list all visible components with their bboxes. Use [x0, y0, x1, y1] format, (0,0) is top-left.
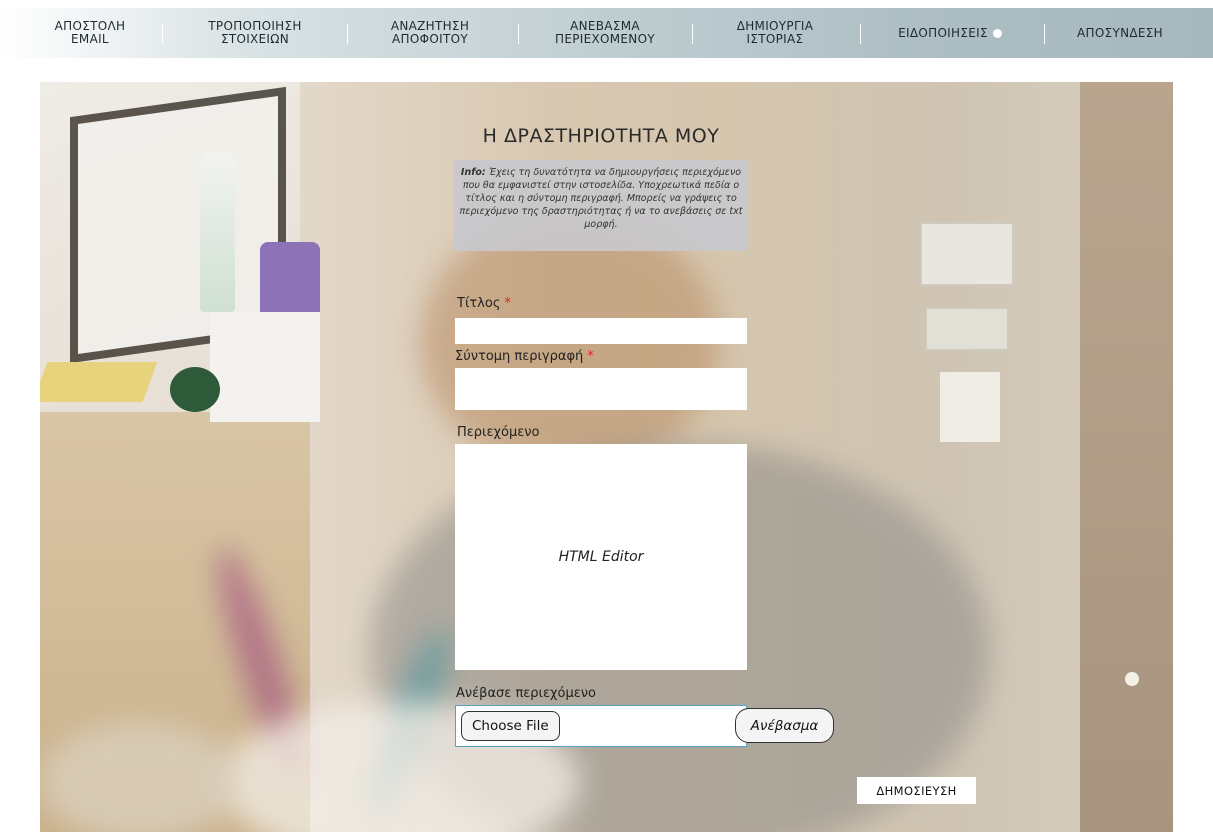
- nav-upload-content[interactable]: ΑΝΕΒΑΣΜΑ ΠΕΡΙΕΧΟΜΕΝΟΥ: [540, 8, 670, 58]
- title-input[interactable]: [455, 318, 747, 344]
- top-navigation: ΑΠΟΣΤΟΛΗ EMAIL ΤΡΟΠΟΠΟΙΗΣΗ ΣΤΟΙΧΕΙΩΝ ΑΝΑ…: [0, 8, 1213, 58]
- publish-button[interactable]: ΔΗΜΟΣΙΕΥΣΗ: [857, 777, 976, 804]
- summary-label-text: Σύντομη περιγραφή: [455, 349, 584, 364]
- nav-notifications[interactable]: ΕΙΔΟΠΟΙΗΣΕΙΣ: [880, 8, 1020, 58]
- door-frame: [1080, 82, 1173, 832]
- summary-input[interactable]: [455, 368, 747, 410]
- upload-button[interactable]: Ανέβασμα: [735, 708, 834, 743]
- nav-separator: [860, 24, 861, 44]
- upload-field-label: Ανέβασε περιεχόμενο: [456, 686, 596, 701]
- title-label-text: Τίτλος: [457, 296, 501, 311]
- nav-notifications-label: ΕΙΔΟΠΟΙΗΣΕΙΣ: [898, 25, 988, 40]
- nav-send-email[interactable]: ΑΠΟΣΤΟΛΗ EMAIL: [40, 8, 140, 58]
- nav-create-story[interactable]: ΔΗΜΙΟΥΡΓΙΑ ΙΣΤΟΡΙΑΣ: [715, 8, 835, 58]
- summary-field-label: Σύντομη περιγραφή *: [455, 349, 594, 364]
- nav-edit-profile[interactable]: ΤΡΟΠΟΠΟΙΗΣΗ ΣΤΟΙΧΕΙΩΝ: [190, 8, 320, 58]
- page-title: Η ΔΡΑΣΤΗΡΙΟΤΗΤΑ ΜΟΥ: [482, 125, 720, 147]
- html-editor[interactable]: HTML Editor: [455, 444, 747, 670]
- blurred-foreground-left: [40, 722, 240, 832]
- notification-dot-icon: [992, 28, 1002, 38]
- wall-switch: [925, 307, 1009, 351]
- nav-separator: [162, 24, 163, 44]
- nav-separator: [1044, 24, 1045, 44]
- yellow-papers: [40, 362, 158, 402]
- nav-separator: [518, 24, 519, 44]
- nav-separator: [347, 24, 348, 44]
- purple-container: [260, 242, 320, 322]
- wall-note: [940, 372, 1000, 442]
- info-box: Info: Έχεις τη δυνατότητα να δημιουργήσε…: [454, 160, 748, 251]
- content-field-label: Περιεχόμενο: [457, 425, 540, 440]
- required-mark: *: [587, 349, 594, 364]
- nav-search-graduate[interactable]: ΑΝΑΖΗΤΗΣΗ ΑΠΟΦΟΙΤΟΥ: [375, 8, 485, 58]
- file-upload-field: Choose File: [455, 705, 747, 747]
- info-label: Info:: [460, 167, 486, 178]
- choose-file-button[interactable]: Choose File: [461, 711, 560, 741]
- nav-logout[interactable]: ΑΠΟΣΥΝΔΕΣΗ: [1060, 8, 1180, 58]
- tape-roll: [170, 367, 220, 412]
- wall-control-panel: [920, 222, 1014, 286]
- nav-separator: [692, 24, 693, 44]
- required-mark: *: [504, 296, 511, 311]
- door-knob: [1125, 672, 1139, 686]
- editor-placeholder: HTML Editor: [558, 549, 644, 565]
- glue-bottle: [200, 152, 235, 312]
- title-field-label: Τίτλος *: [457, 296, 511, 311]
- white-box: [210, 312, 320, 422]
- info-text: Έχεις τη δυνατότητα να δημιουργήσεις περ…: [459, 167, 743, 230]
